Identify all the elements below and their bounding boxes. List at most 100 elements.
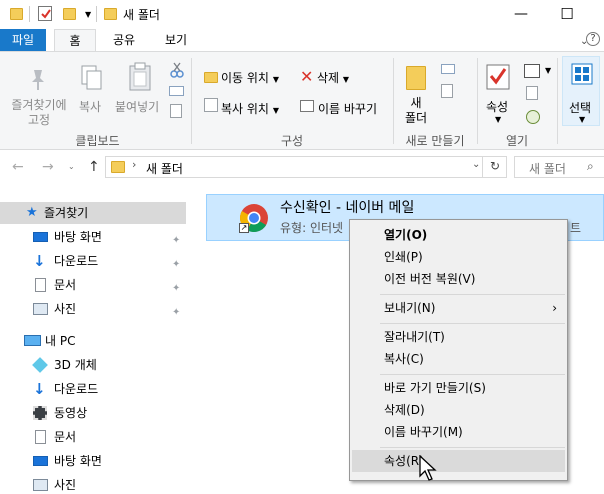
- sidebar-item-videos[interactable]: 동영상: [0, 402, 186, 424]
- recent-locations-icon[interactable]: ⌄: [68, 162, 75, 171]
- sidebar-item-label: 다운로드: [54, 382, 99, 396]
- properties-check-icon[interactable]: [38, 6, 52, 21]
- select-icon: [571, 63, 593, 88]
- pin-icon[interactable]: ✦: [172, 302, 180, 324]
- file-type: 유형: 인터넷: [280, 221, 344, 235]
- sidebar-item-label: 문서: [54, 430, 77, 444]
- new-folder-button[interactable]: 새 폴더: [402, 96, 430, 126]
- ribbon: 즐겨찾기에 고정 복사 붙여넣기 클립보드 이동 위치 ▼ 복사 위치 ▼ ✕ …: [0, 51, 604, 150]
- menu-item-cut[interactable]: 잘라내기(T): [352, 326, 565, 348]
- file-name: 수신확인 - 네이버 메일: [280, 200, 415, 216]
- sidebar-item-label: 즐겨찾기: [44, 206, 89, 220]
- video-icon: [33, 406, 47, 420]
- pin-icon[interactable]: ✦: [172, 278, 180, 300]
- tab-view[interactable]: 보기: [152, 29, 200, 52]
- rename-button[interactable]: 이름 바꾸기: [318, 100, 377, 117]
- new-folder-icon[interactable]: [63, 8, 76, 20]
- document-icon: [35, 278, 46, 292]
- paste-shortcut-icon[interactable]: [170, 104, 182, 118]
- sidebar-item-documents-pc[interactable]: 문서: [0, 426, 186, 448]
- delete-button[interactable]: 삭제 ▼: [317, 69, 349, 86]
- new-group-label: 새로 만들기: [405, 134, 465, 148]
- refresh-icon[interactable]: ↻: [490, 159, 500, 173]
- breadcrumb-separator-icon[interactable]: ›: [132, 158, 136, 171]
- menu-item-send-to[interactable]: 보내기(N) ›: [352, 297, 565, 319]
- sidebar-item-downloads-pc[interactable]: ↓ 다운로드: [0, 378, 186, 400]
- menu-item-label: 보내기(N): [384, 301, 436, 315]
- navigation-bar: ← → ⌄ ↑ › 새 폴더 ⌄ ↻ 새 폴더 ⌕: [0, 150, 604, 184]
- address-folder-icon: [111, 161, 125, 173]
- pin-icon[interactable]: ✦: [172, 230, 180, 252]
- easy-access-icon[interactable]: [441, 84, 453, 98]
- tab-share[interactable]: 공유: [100, 29, 148, 52]
- sidebar-item-downloads[interactable]: ↓ 다운로드 ✦: [0, 250, 186, 272]
- search-placeholder: 새 폴더: [529, 162, 566, 176]
- back-arrow-icon[interactable]: ←: [12, 159, 24, 175]
- search-icon: ⌕: [587, 159, 594, 173]
- computer-icon: [24, 335, 41, 346]
- menu-item-copy[interactable]: 복사(C): [352, 348, 565, 370]
- star-icon: ★: [26, 205, 38, 220]
- menu-item-create-shortcut[interactable]: 바로 가기 만들기(S): [352, 377, 565, 399]
- copy-button[interactable]: 복사: [79, 98, 101, 115]
- pictures-icon: [33, 303, 48, 315]
- close-button[interactable]: ✕: [590, 0, 604, 29]
- pin-to-quick-access-button[interactable]: 즐겨찾기에 고정: [8, 98, 70, 128]
- edit-icon[interactable]: [526, 86, 538, 100]
- sidebar-item-documents[interactable]: 문서 ✦: [0, 274, 186, 296]
- sidebar-item-3d-objects[interactable]: 3D 개체: [0, 354, 186, 376]
- window-title: 새 폴더: [123, 8, 160, 22]
- address-bar[interactable]: › 새 폴더 ⌄ ↻: [105, 156, 507, 178]
- new-item-icon[interactable]: [441, 64, 455, 74]
- menu-item-open[interactable]: 열기(O): [352, 224, 565, 246]
- sidebar-item-desktop[interactable]: 바탕 화면 ✦: [0, 226, 186, 248]
- sidebar-item-label: 3D 개체: [54, 358, 97, 372]
- window-folder-icon: [104, 8, 117, 20]
- properties-dropdown-icon[interactable]: ▼: [495, 115, 501, 124]
- paste-icon: [128, 62, 152, 95]
- menu-item-delete[interactable]: 삭제(D): [352, 399, 565, 421]
- menu-item-properties[interactable]: 속성(R): [352, 450, 565, 472]
- sidebar-item-pictures[interactable]: 사진 ✦: [0, 298, 186, 320]
- search-input[interactable]: 새 폴더 ⌕: [514, 156, 604, 178]
- address-dropdown-icon[interactable]: ⌄: [472, 159, 480, 170]
- title-bar: ▼ 새 폴더 — ☐ ✕: [0, 0, 604, 29]
- select-button[interactable]: 선택 ▼: [562, 56, 600, 126]
- mouse-cursor-icon: [419, 454, 439, 486]
- menu-item-print[interactable]: 인쇄(P): [352, 246, 565, 268]
- clipboard-group-label: 클립보드: [75, 134, 120, 148]
- copy-to-button[interactable]: 복사 위치 ▼: [221, 100, 279, 117]
- pictures-icon: [33, 479, 48, 491]
- download-arrow-icon: ↓: [33, 380, 46, 398]
- menu-item-restore-previous[interactable]: 이전 버전 복원(V): [352, 268, 565, 290]
- tab-home[interactable]: 홈: [54, 29, 96, 52]
- address-path[interactable]: 새 폴더: [146, 160, 183, 177]
- help-icon[interactable]: ?: [586, 32, 600, 46]
- minimize-button[interactable]: —: [498, 0, 544, 29]
- sidebar-item-this-pc[interactable]: 내 PC: [0, 330, 186, 352]
- open-icon[interactable]: [524, 64, 540, 78]
- menu-item-rename[interactable]: 이름 바꾸기(M): [352, 421, 565, 443]
- sidebar-item-desktop-pc[interactable]: 바탕 화면: [0, 450, 186, 472]
- move-to-button[interactable]: 이동 위치 ▼: [221, 69, 279, 86]
- maximize-button[interactable]: ☐: [544, 0, 590, 29]
- new-folder-icon-large: [406, 66, 426, 90]
- copy-icon: [80, 64, 104, 95]
- quick-access-dropdown-icon[interactable]: ▼: [85, 10, 91, 19]
- copy-path-icon[interactable]: [169, 86, 184, 96]
- sidebar-item-label: 다운로드: [54, 254, 99, 268]
- folder-icon: [10, 8, 23, 20]
- up-arrow-icon[interactable]: ↑: [88, 159, 100, 175]
- forward-arrow-icon[interactable]: →: [42, 159, 54, 175]
- sidebar-item-quick-access[interactable]: ★ 즐겨찾기: [0, 202, 186, 224]
- sidebar-item-pictures-pc[interactable]: 사진: [0, 474, 186, 494]
- properties-icon: [486, 64, 510, 93]
- tab-file[interactable]: 파일: [0, 29, 46, 52]
- pin-icon[interactable]: ✦: [172, 254, 180, 276]
- open-dropdown-icon[interactable]: ▼: [545, 66, 551, 75]
- sidebar-item-label: 사진: [54, 302, 77, 316]
- properties-button[interactable]: 속성: [486, 98, 508, 115]
- cut-icon[interactable]: [170, 62, 184, 81]
- paste-button[interactable]: 붙여넣기: [115, 98, 159, 115]
- history-icon[interactable]: [526, 110, 540, 124]
